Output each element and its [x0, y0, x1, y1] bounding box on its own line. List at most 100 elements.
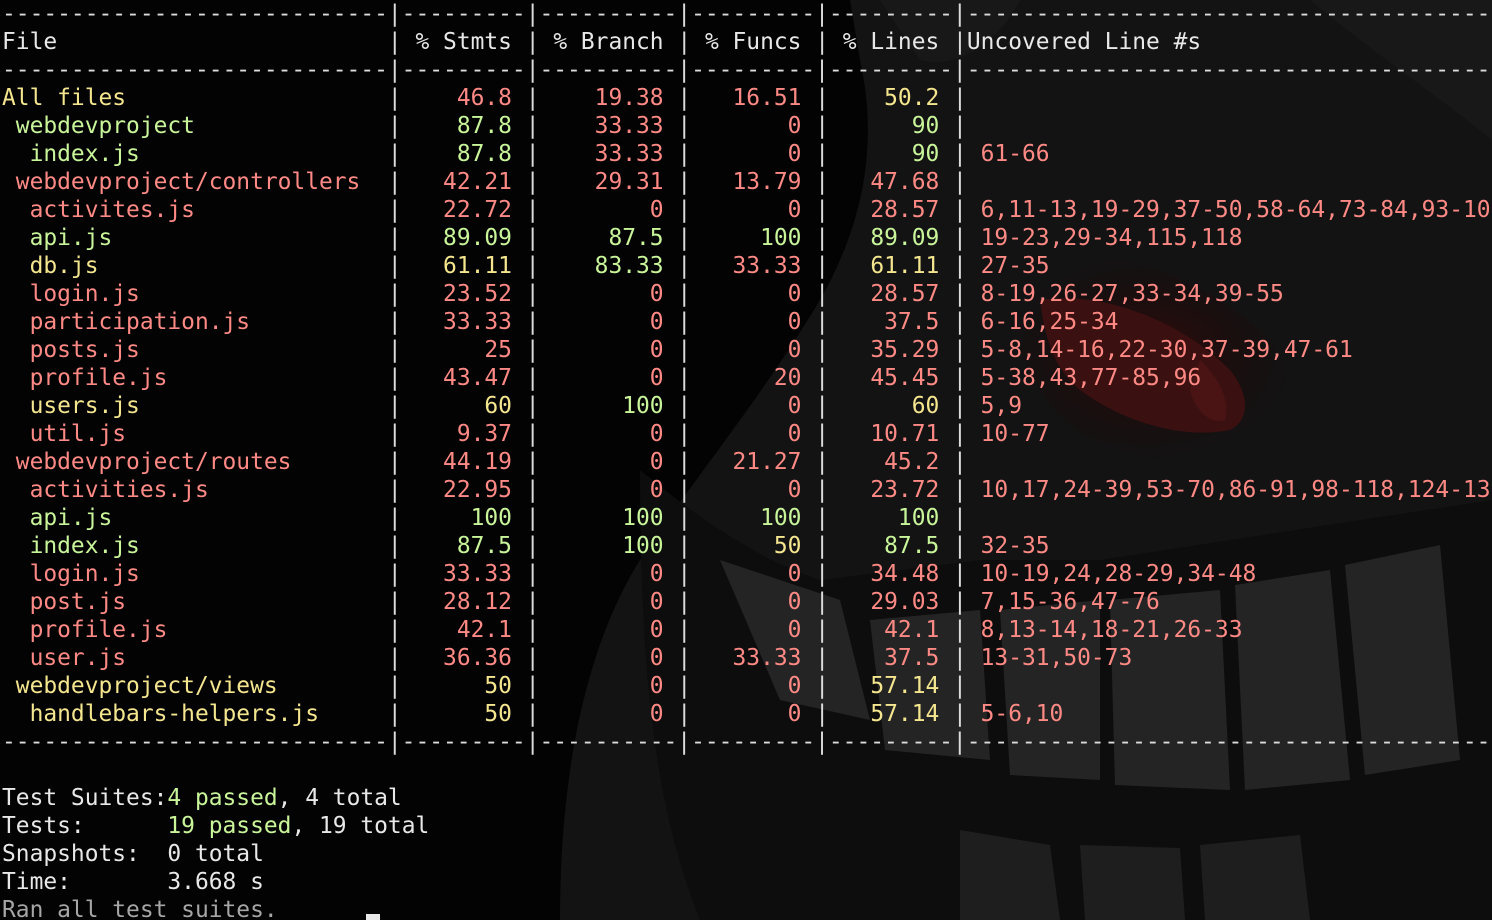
row-funcs: 0	[691, 673, 816, 699]
row-uncovered-lines: 10-19,24,28-29,34-48	[966, 561, 1257, 587]
row-file: api.js	[2, 505, 388, 531]
table-row: api.js | 89.09 | 87.5 | 100 | 89.09 | 19…	[2, 225, 1243, 251]
row-lines: 45.45	[829, 365, 954, 391]
summary-snapshots-label: Snapshots:	[2, 841, 168, 867]
table-row: All files | 46.8 | 19.38 | 16.51 | 50.2 …	[2, 84, 1492, 112]
row-funcs: 0	[691, 477, 816, 503]
table-row: webdevproject/routes | 44.19 | 0 | 21.27…	[2, 448, 1492, 476]
row-branch: 19.38	[539, 85, 678, 111]
table-row: login.js | 23.52 | 0 | 0 | 28.57 | 8-19,…	[2, 281, 1284, 307]
table-row: index.js | 87.8 | 33.33 | 0 | 90 | 61-66	[2, 141, 1050, 167]
row-stmts: 25	[401, 337, 526, 363]
row-funcs: 13.79	[691, 169, 816, 195]
row-file: participation.js	[2, 309, 388, 335]
row-funcs: 100	[691, 225, 816, 251]
row-funcs: 0	[691, 141, 816, 167]
row-stmts: 33.33	[401, 561, 526, 587]
row-lines: 28.57	[829, 281, 954, 307]
row-lines: 47.68	[829, 169, 954, 195]
row-uncovered-lines	[967, 113, 981, 139]
summary-tests-total: 19 total	[319, 813, 430, 839]
row-branch: 0	[539, 673, 678, 699]
row-uncovered-lines	[967, 449, 981, 475]
row-lines: 89.09	[829, 225, 954, 251]
row-uncovered-lines	[967, 673, 981, 699]
row-lines: 87.5	[829, 533, 954, 559]
table-row: post.js | 28.12 | 0 | 0 | 29.03 | 7,15-3…	[2, 589, 1160, 615]
row-lines: 57.14	[829, 673, 954, 699]
header-file: File	[2, 29, 388, 55]
terminal-window[interactable]: ----------------------------|---------|-…	[0, 0, 1492, 920]
row-branch: 0	[539, 421, 678, 447]
row-uncovered-lines: 7,15-36,47-76	[966, 589, 1160, 615]
row-stmts: 50	[401, 673, 526, 699]
row-funcs: 0	[691, 197, 816, 223]
coverage-rows: All files | 46.8 | 19.38 | 16.51 | 50.2 …	[2, 84, 1492, 728]
row-funcs: 33.33	[691, 645, 816, 671]
row-stmts: 43.47	[401, 365, 526, 391]
row-lines: 23.72	[829, 477, 954, 503]
row-uncovered-lines: 27-35	[966, 253, 1050, 279]
row-funcs: 16.51	[691, 85, 816, 111]
summary-snapshots-total: 0 total	[167, 841, 264, 867]
summary-tests-passed: 19 passed	[167, 813, 292, 839]
row-funcs: 0	[691, 281, 816, 307]
row-funcs: 0	[691, 393, 816, 419]
row-lines: 10.71	[829, 421, 954, 447]
row-uncovered-lines: 8,13-14,18-21,26-33	[966, 617, 1243, 643]
row-file: webdevproject/views	[2, 673, 388, 699]
row-file: posts.js	[2, 337, 388, 363]
row-branch: 0	[539, 561, 678, 587]
row-file: profile.js	[2, 617, 388, 643]
header-branch: % Branch	[539, 29, 678, 55]
row-uncovered-lines: 5-38,43,77-85,96	[966, 365, 1202, 391]
row-file: webdevproject/controllers	[2, 169, 388, 195]
summary-tests-label: Tests:	[2, 813, 168, 839]
row-uncovered-lines: 13-31,50-73	[966, 645, 1133, 671]
row-branch: 87.5	[539, 225, 678, 251]
row-funcs: 50	[691, 533, 816, 559]
summary-time: Time: 3.668 s	[2, 868, 1492, 896]
row-stmts: 100	[401, 505, 526, 531]
header-lines: % Lines	[829, 29, 954, 55]
row-file: index.js	[2, 141, 388, 167]
row-branch: 0	[539, 701, 678, 727]
row-branch: 29.31	[539, 169, 678, 195]
table-row: login.js | 33.33 | 0 | 0 | 34.48 | 10-19…	[2, 561, 1257, 587]
row-uncovered-lines: 10,17,24-39,53-70,86-91,98-118,124-139	[966, 477, 1492, 503]
row-lines: 90	[829, 141, 954, 167]
row-funcs: 0	[691, 309, 816, 335]
row-stmts: 22.72	[401, 197, 526, 223]
row-file: activites.js	[2, 197, 388, 223]
table-row: util.js | 9.37 | 0 | 0 | 10.71 | 10-77	[2, 421, 1050, 447]
table-row: index.js | 87.5 | 100 | 50 | 87.5 | 32-3…	[2, 533, 1050, 559]
table-row: profile.js | 43.47 | 0 | 20 | 45.45 | 5-…	[2, 365, 1202, 391]
summary-suites-label: Test Suites:	[2, 785, 168, 811]
header-stmts: % Stmts	[401, 29, 526, 55]
summary-snapshots: Snapshots: 0 total	[2, 840, 1492, 868]
table-row: webdevproject/views | 50 | 0 | 0 | 57.14…	[2, 672, 1492, 700]
summary-ran-message: Ran all test suites.	[2, 897, 278, 920]
row-branch: 100	[539, 393, 678, 419]
row-file: post.js	[2, 589, 388, 615]
row-stmts: 23.52	[401, 281, 526, 307]
table-row: users.js | 60 | 100 | 0 | 60 | 5,9	[2, 393, 1022, 419]
row-file: webdevproject	[2, 113, 388, 139]
row-lines: 42.1	[829, 617, 954, 643]
row-uncovered-lines: 6-16,25-34	[966, 309, 1119, 335]
row-branch: 83.33	[539, 253, 678, 279]
table-separator: ----------------------------|---------|-…	[2, 729, 1492, 755]
row-uncovered-lines: 8-19,26-27,33-34,39-55	[966, 281, 1284, 307]
row-stmts: 9.37	[401, 421, 526, 447]
terminal-output: ----------------------------|---------|-…	[2, 0, 1492, 920]
row-stmts: 22.95	[401, 477, 526, 503]
row-branch: 33.33	[539, 141, 678, 167]
row-file: webdevproject/routes	[2, 449, 388, 475]
row-branch: 100	[539, 505, 678, 531]
row-file: api.js	[2, 225, 388, 251]
row-stmts: 89.09	[401, 225, 526, 251]
row-funcs: 0	[691, 421, 816, 447]
row-branch: 0	[539, 281, 678, 307]
table-row: participation.js | 33.33 | 0 | 0 | 37.5 …	[2, 309, 1119, 335]
row-stmts: 42.1	[401, 617, 526, 643]
